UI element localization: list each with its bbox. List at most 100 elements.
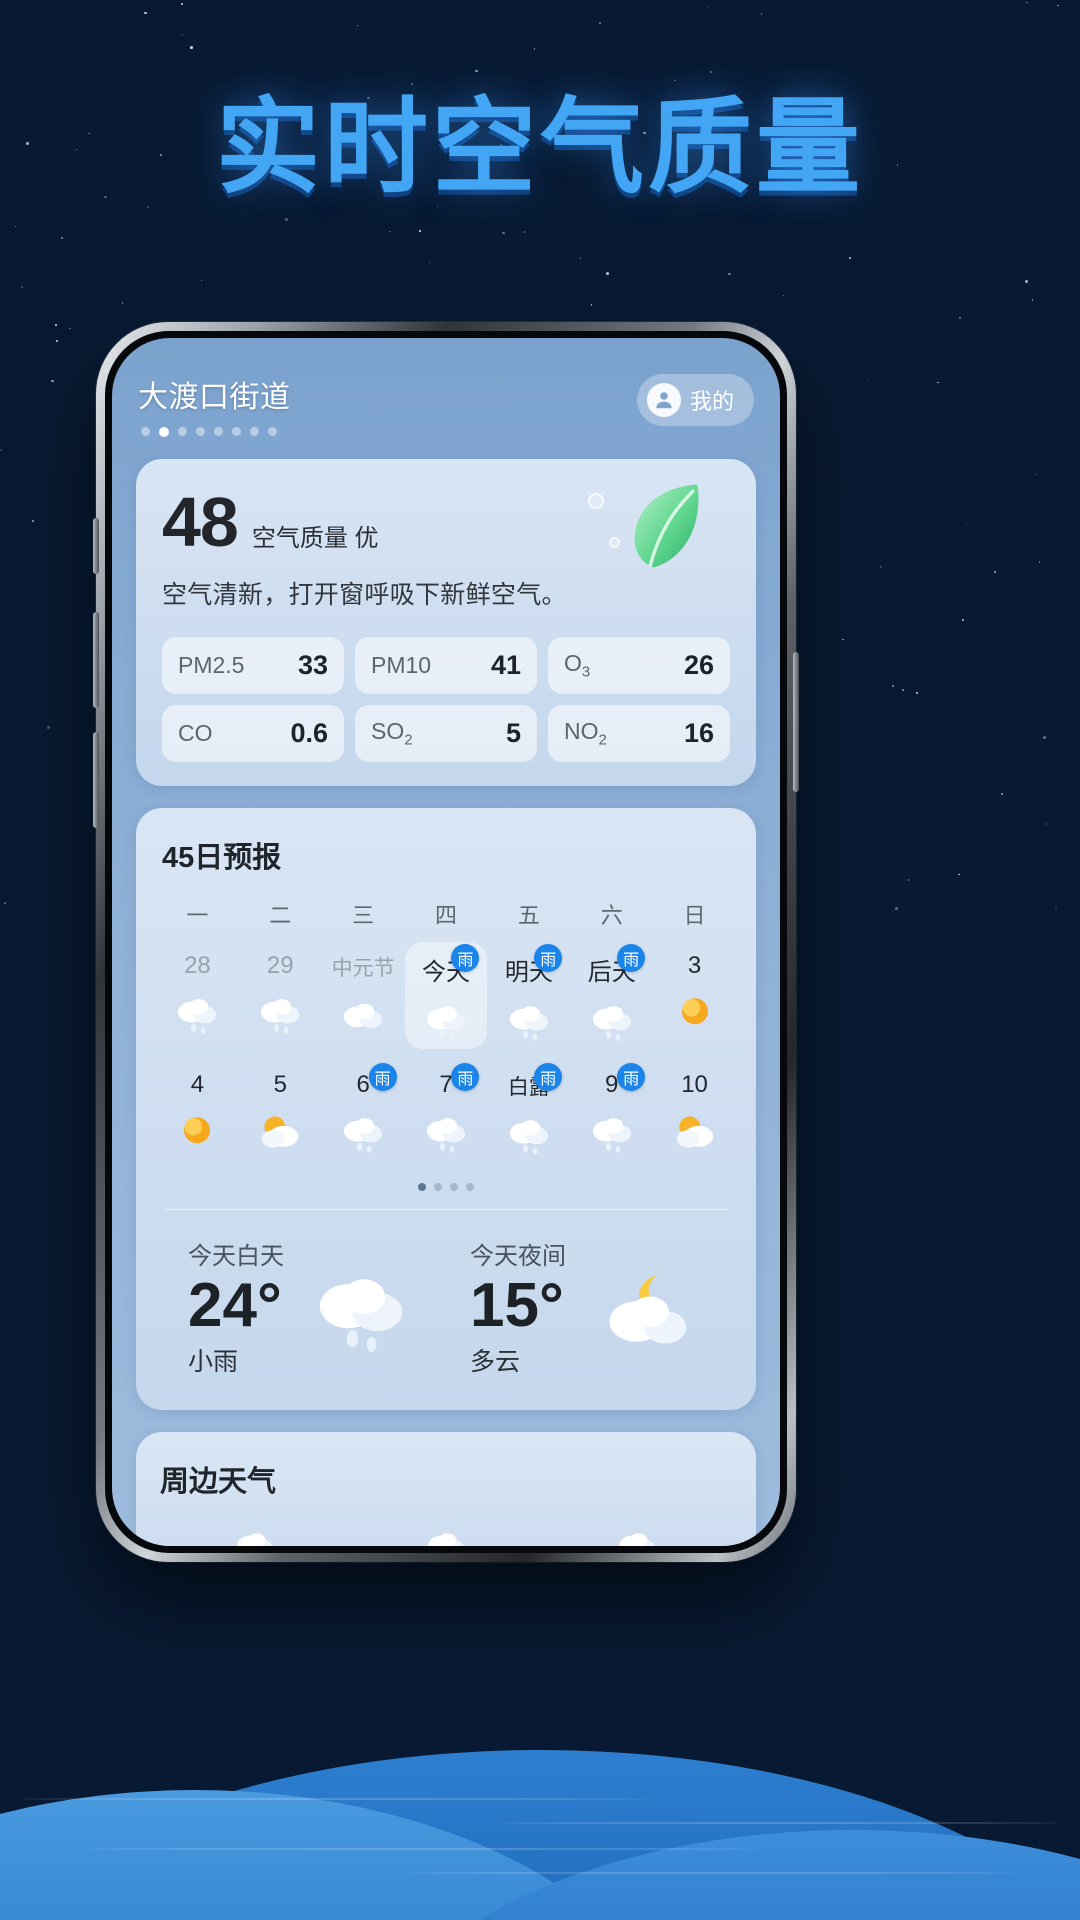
calendar-day[interactable]: 10: [653, 1061, 736, 1163]
poster-background: 实时空气质量 大渡口街道 我的 48 空气质量 优 空气清新，打开窗呼吸下新鲜空…: [0, 0, 1080, 1920]
weekday-label: 五: [517, 903, 540, 928]
calendar-day[interactable]: 5: [239, 1061, 322, 1163]
calendar-day[interactable]: 中元节: [322, 942, 405, 1049]
aqi-quality-label: 空气质量 优: [251, 525, 379, 552]
page-dot[interactable]: [214, 427, 223, 436]
calendar-day-label: 3: [687, 952, 702, 979]
location-page-dots[interactable]: [138, 427, 291, 437]
calendar-day[interactable]: 29: [239, 942, 322, 1049]
calendar-day[interactable]: 雨 明天: [487, 942, 570, 1049]
weekday-label: 日: [683, 903, 706, 928]
page-dot[interactable]: [159, 427, 169, 437]
nearby-weather-card[interactable]: 周边天气 西区 盐边县 米: [136, 1431, 756, 1546]
sun-icon: [681, 998, 708, 1025]
rain-cloud-icon: [426, 1118, 466, 1153]
mine-button[interactable]: 我的: [636, 374, 754, 426]
rain-cloud-icon: [509, 1120, 548, 1155]
weekday-label: 二: [269, 903, 292, 928]
location-block[interactable]: 大渡口街道: [138, 372, 291, 437]
calendar-row: 4 5 雨 6 雨 7 雨 白露 雨 9 10: [156, 1061, 736, 1163]
rain-badge: 雨: [534, 944, 563, 972]
calendar-day[interactable]: 4: [156, 1061, 239, 1163]
bubble-decoration: [588, 493, 604, 509]
calendar-day[interactable]: 雨 7: [405, 1061, 488, 1163]
calendar-day[interactable]: 雨 后天: [570, 942, 653, 1049]
pollutant-value: 33: [297, 650, 328, 680]
pollutant-chip[interactable]: PM10 41: [355, 637, 537, 694]
pollutant-value: 41: [490, 650, 521, 680]
phone-mockup: 大渡口街道 我的 48 空气质量 优 空气清新，打开窗呼吸下新鲜空气。 PM2.…: [93, 322, 799, 1562]
calendar-day[interactable]: 雨 9: [570, 1061, 653, 1163]
pollutant-chip[interactable]: SO2 5: [355, 705, 537, 762]
calendar-day[interactable]: 雨 今天: [404, 942, 488, 1049]
rain-cloud-icon: [344, 1118, 383, 1153]
pollutant-chip[interactable]: PM2.5 33: [162, 637, 344, 694]
rain-cloud-icon: [261, 999, 300, 1034]
calendar-day[interactable]: 雨 6: [322, 1061, 405, 1163]
page-dot[interactable]: [141, 427, 150, 436]
carousel-dot[interactable]: [450, 1183, 458, 1191]
sun-cloud-icon: [676, 1116, 713, 1148]
calendar-day[interactable]: 3: [653, 942, 736, 1049]
rain-cloud-icon: [426, 1006, 466, 1041]
calendar-carousel-dots[interactable]: [156, 1183, 736, 1191]
pollutant-chip[interactable]: CO 0.6: [162, 705, 344, 762]
person-icon: [646, 383, 681, 417]
calendar-day-label: 4: [190, 1071, 205, 1098]
poster-headline: 实时空气质量: [215, 86, 864, 208]
pollutant-value: 5: [505, 718, 521, 748]
rain-cloud-icon: [428, 1533, 464, 1546]
dune-ridge: [86, 1848, 756, 1850]
page-dot[interactable]: [232, 427, 241, 436]
pollutant-name: NO2: [564, 718, 607, 749]
dune-ridge: [410, 1872, 1016, 1874]
mine-button-label: 我的: [689, 389, 734, 414]
rain-cloud-icon: [509, 1006, 548, 1041]
pollutant-name: PM2.5: [178, 652, 245, 678]
calendar-day-label: 6: [356, 1071, 370, 1098]
pollutant-name: O3: [564, 650, 591, 681]
forecast-card[interactable]: 45日预报 一二三四五六日 28 29 中元节 雨 今天 雨 明天 雨 后天 3…: [136, 808, 756, 1410]
rain-badge: 雨: [617, 944, 646, 972]
calendar-day-label: 中元节: [331, 957, 395, 980]
weekday-label: 六: [600, 903, 623, 928]
rain-cloud-icon: [619, 1533, 655, 1546]
calendar-day[interactable]: 28: [156, 942, 239, 1049]
calendar-day-label: 29: [266, 952, 294, 979]
nearby-item[interactable]: 盐边县: [351, 1526, 542, 1546]
rain-badge: 雨: [617, 1063, 646, 1091]
pollutant-value: 16: [683, 718, 714, 748]
pollutant-value: 0.6: [290, 718, 328, 748]
nearby-item[interactable]: 米: [541, 1526, 732, 1546]
pollutant-grid: PM2.5 33 PM10 41 O3 26 CO 0.6 SO2 5 NO2 …: [162, 637, 730, 762]
calendar-day[interactable]: 雨 白露: [487, 1061, 570, 1163]
nighttime-summary[interactable]: 今天夜间 15° 多云: [446, 1236, 728, 1378]
page-dot[interactable]: [178, 427, 187, 436]
rain-badge: 雨: [451, 1063, 480, 1091]
page-dot[interactable]: [250, 427, 259, 436]
pollutant-chip[interactable]: O3 26: [548, 637, 730, 694]
sun-icon: [184, 1117, 211, 1144]
daytime-summary[interactable]: 今天白天 24° 小雨: [164, 1236, 446, 1378]
carousel-dot[interactable]: [466, 1183, 474, 1191]
rain-badge: 雨: [451, 944, 480, 972]
weekday-header-row: 一二三四五六日: [156, 898, 736, 930]
carousel-dot[interactable]: [418, 1183, 426, 1191]
carousel-dot[interactable]: [434, 1183, 442, 1191]
app-screen: 大渡口街道 我的 48 空气质量 优 空气清新，打开窗呼吸下新鲜空气。 PM2.…: [112, 338, 780, 1546]
phone-volume-up-button: [93, 612, 99, 708]
calendar-day-label: 10: [681, 1071, 708, 1098]
page-dot[interactable]: [268, 427, 277, 436]
nearby-item[interactable]: 西区: [160, 1526, 351, 1546]
page-dot[interactable]: [196, 427, 205, 436]
phone-mute-switch: [93, 518, 99, 574]
calendar-rows[interactable]: 28 29 中元节 雨 今天 雨 明天 雨 后天 3 4 5 雨 6 雨 7 雨…: [156, 942, 736, 1163]
phone-power-button: [793, 652, 799, 792]
sand-dunes: [0, 1590, 1080, 1920]
phone-volume-down-button: [93, 732, 99, 828]
pollutant-name: PM10: [371, 652, 432, 678]
pollutant-chip[interactable]: NO2 16: [548, 705, 730, 762]
air-quality-card[interactable]: 48 空气质量 优 空气清新，打开窗呼吸下新鲜空气。 PM2.5 33 PM10…: [136, 459, 756, 786]
calendar-day-label: 28: [184, 952, 211, 979]
weekday-label: 四: [434, 903, 457, 928]
